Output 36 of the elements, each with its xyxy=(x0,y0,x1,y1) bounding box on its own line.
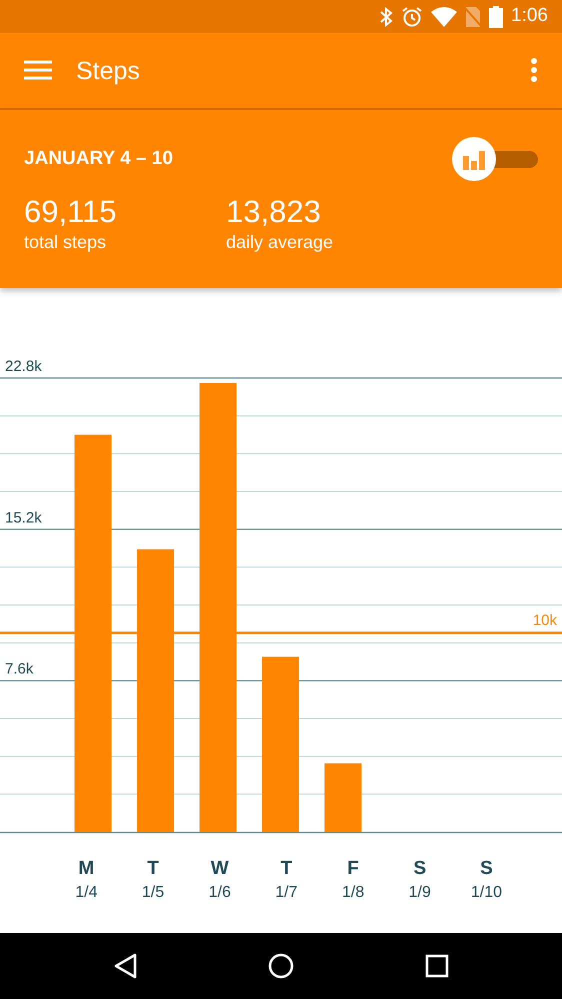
stat-value: 13,823 xyxy=(226,195,322,230)
clock-time: 1:06 xyxy=(511,4,548,28)
date-label: 1/8 xyxy=(340,882,366,903)
date-label: 1/5 xyxy=(140,882,166,903)
day-label: T xyxy=(280,858,294,881)
stat-label: daily average xyxy=(226,231,334,254)
day-label: S xyxy=(412,858,428,881)
app-title: Steps xyxy=(76,56,141,86)
back-button[interactable] xyxy=(113,953,138,979)
bar xyxy=(324,763,362,832)
alarm-icon xyxy=(401,6,424,28)
axis-tick-label: 15.2k xyxy=(5,509,42,526)
no-sim-icon xyxy=(465,6,482,28)
day-label: S xyxy=(479,858,494,881)
stat-value: 69,115 xyxy=(24,195,118,230)
date-label: 1/10 xyxy=(470,882,504,903)
goal-label: 10k xyxy=(532,612,557,629)
axis-tick-label: 7.6k xyxy=(5,660,34,678)
stat-label: total steps xyxy=(24,231,108,254)
axis-tick-label: 22.8k xyxy=(5,358,42,375)
wifi-icon xyxy=(431,6,458,26)
date-label: 1/9 xyxy=(408,882,432,903)
date-range: JANUARY 4 – 10 xyxy=(24,146,173,171)
battery-icon xyxy=(489,6,504,28)
view-toggle[interactable] xyxy=(452,137,538,181)
day-label: M xyxy=(77,858,96,881)
bluetooth-icon xyxy=(379,6,394,26)
day-label: T xyxy=(146,858,160,881)
home-button[interactable] xyxy=(268,953,294,979)
date-label: 1/7 xyxy=(274,882,299,903)
recents-button[interactable] xyxy=(424,954,449,978)
date-label: 1/6 xyxy=(208,882,232,903)
bar-chart-icon xyxy=(462,148,486,170)
date-label: 1/4 xyxy=(74,882,98,903)
day-label: W xyxy=(210,858,230,881)
day-label: F xyxy=(346,858,360,881)
